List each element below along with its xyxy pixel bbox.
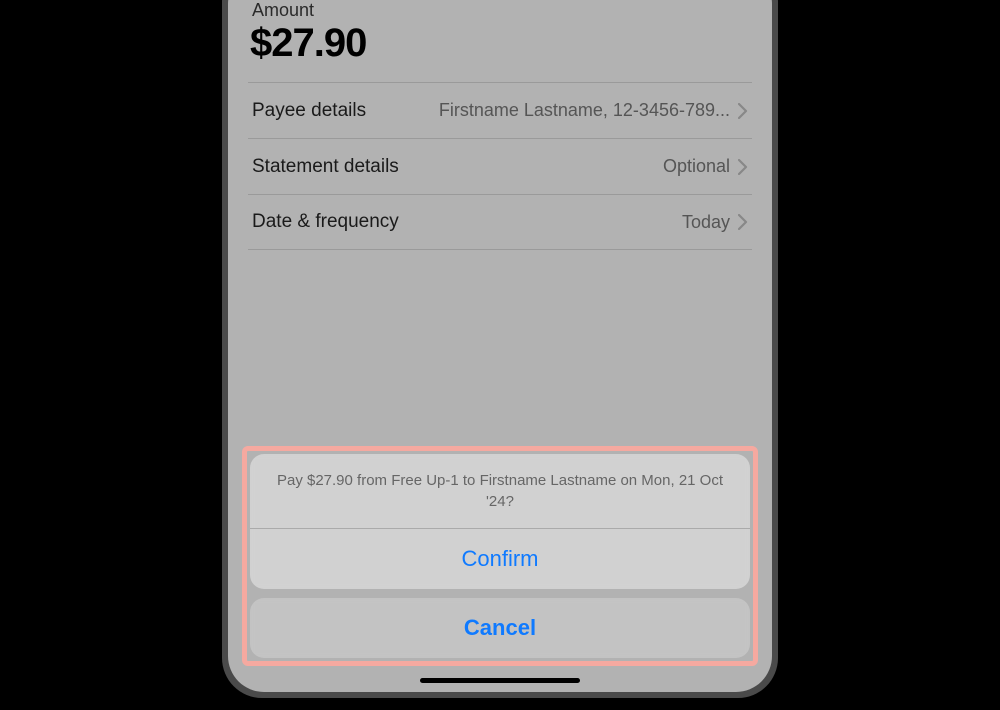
home-indicator[interactable]	[420, 678, 580, 683]
chevron-right-icon	[738, 214, 748, 230]
phone-screen: Amount $27.90 Payee details Firstname La…	[228, 0, 772, 692]
phone-inner: Amount $27.90 Payee details Firstname La…	[222, 0, 778, 698]
confirmation-message: Pay $27.90 from Free Up-1 to Firstname L…	[250, 454, 750, 529]
payee-label: Payee details	[252, 100, 366, 122]
payee-value: Firstname Lastname, 12-3456-789...	[366, 100, 730, 121]
statement-details-row[interactable]: Statement details Optional	[248, 138, 752, 194]
phone-frame: Amount $27.90 Payee details Firstname La…	[210, 0, 790, 710]
action-sheet: Pay $27.90 from Free Up-1 to Firstname L…	[250, 454, 750, 589]
action-sheet-highlight: Pay $27.90 from Free Up-1 to Firstname L…	[242, 446, 758, 666]
cancel-button[interactable]: Cancel	[250, 598, 750, 658]
cancel-sheet: Cancel	[250, 598, 750, 658]
date-value: Today	[399, 212, 730, 233]
date-label: Date & frequency	[252, 211, 399, 233]
payment-content: Amount $27.90 Payee details Firstname La…	[228, 0, 772, 250]
statement-label: Statement details	[252, 156, 399, 178]
amount-value: $27.90	[250, 21, 752, 66]
chevron-right-icon	[738, 103, 748, 119]
date-frequency-row[interactable]: Date & frequency Today	[248, 194, 752, 250]
amount-label: Amount	[252, 0, 752, 21]
payee-details-row[interactable]: Payee details Firstname Lastname, 12-345…	[248, 82, 752, 138]
statement-value: Optional	[399, 156, 730, 177]
confirm-button[interactable]: Confirm	[250, 529, 750, 589]
chevron-right-icon	[738, 159, 748, 175]
